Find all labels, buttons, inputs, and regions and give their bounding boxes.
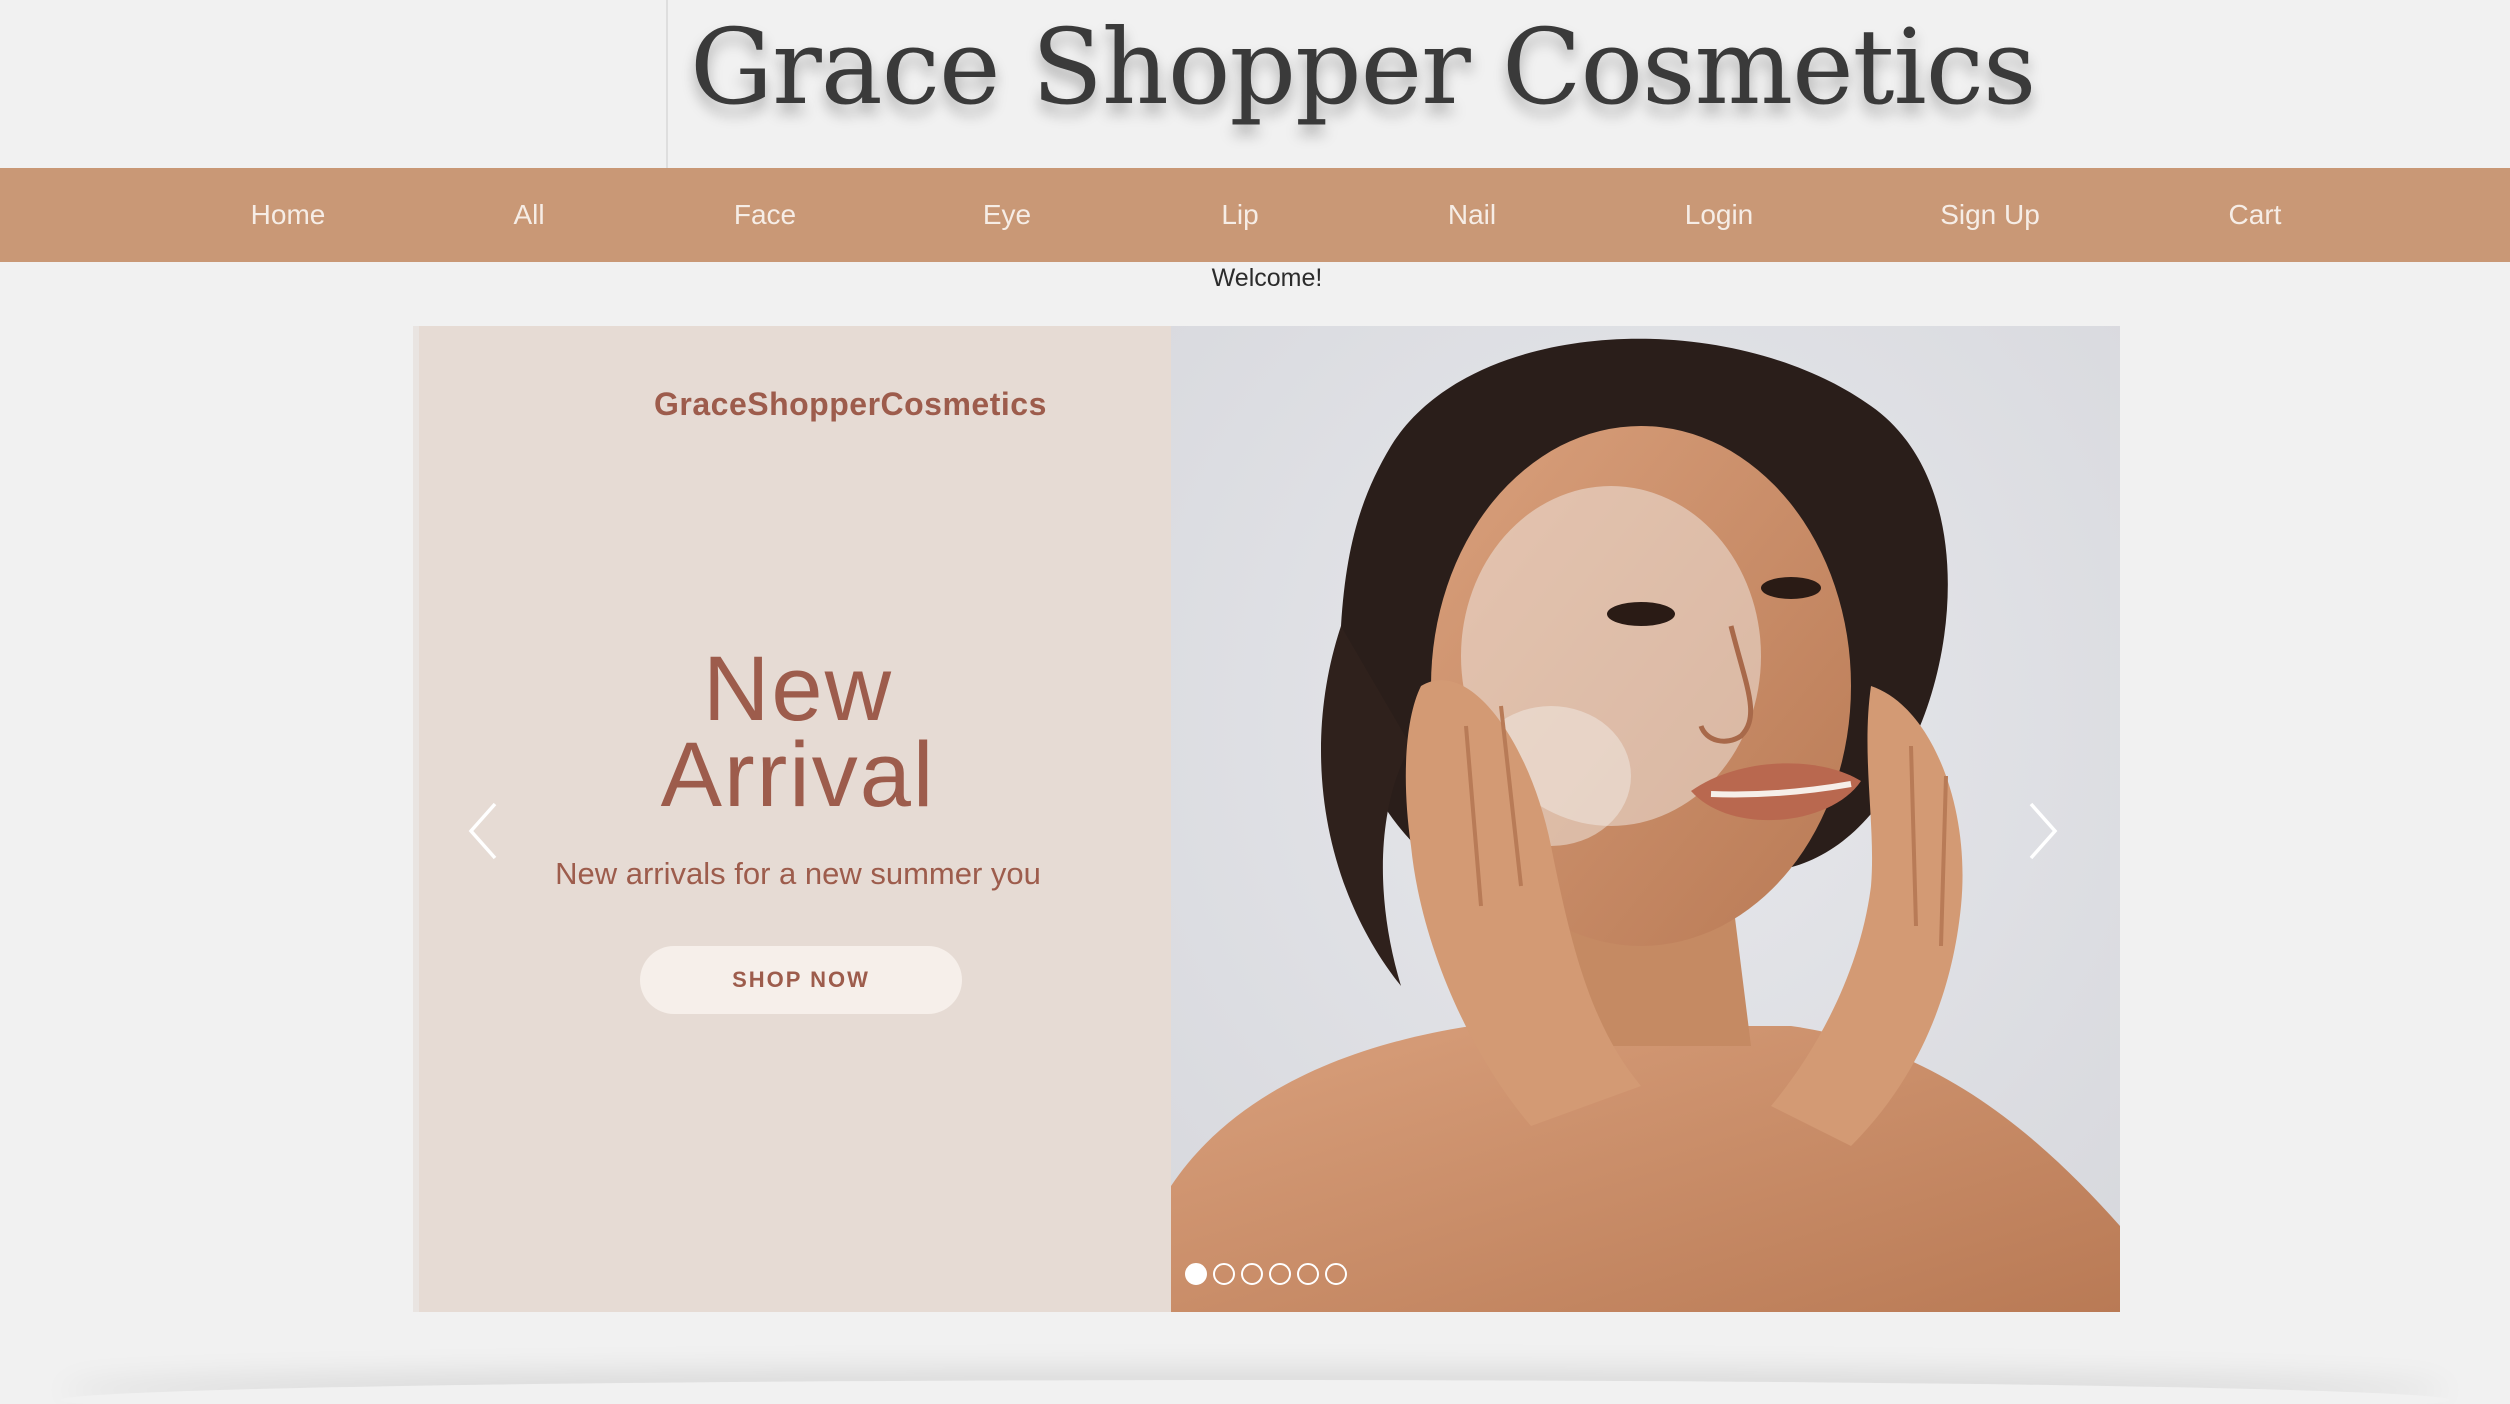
slide-heading-line2: Arrival [660,724,936,826]
nav-item-login[interactable]: Login [1685,168,1754,262]
site-header: Grace Shopper Cosmetics [0,0,2510,168]
header-divider [666,0,668,168]
hero-carousel: GraceShopperCosmetics New Arrival New ar… [413,326,2120,1312]
carousel-prev-button[interactable] [453,786,513,876]
main-navbar: Home All Face Eye Lip Nail Login Sign Up… [0,168,2510,262]
carousel-dot[interactable] [1297,1263,1319,1285]
site-title[interactable]: Grace Shopper Cosmetics [690,6,2036,128]
nav-item-sign-up[interactable]: Sign Up [1940,168,2040,262]
model-photo [1171,326,2120,1312]
footer-shadow [60,1380,2450,1404]
slide-brand: GraceShopperCosmetics [654,386,1047,422]
model-illustration [1171,326,2120,1312]
carousel-dot[interactable] [1269,1263,1291,1285]
chevron-right-icon [2029,802,2058,860]
slide-heading-line1: New [702,638,894,740]
shop-now-button[interactable]: SHOP NOW [640,946,962,1014]
nav-item-face[interactable]: Face [734,168,796,262]
nav-item-lip[interactable]: Lip [1221,168,1258,262]
carousel-dot[interactable] [1241,1263,1263,1285]
nav-item-nail[interactable]: Nail [1448,168,1496,262]
carousel-dot[interactable] [1213,1263,1235,1285]
carousel-dots [1185,1263,1347,1287]
carousel-next-button[interactable] [2013,786,2073,876]
nav-item-cart[interactable]: Cart [2229,168,2282,262]
nav-item-home[interactable]: Home [251,168,326,262]
slide-text-panel: GraceShopperCosmetics New Arrival New ar… [413,326,1171,1312]
nav-item-all[interactable]: All [513,168,544,262]
chevron-left-icon [468,802,497,860]
slide-subheading: New arrivals for a new summer you [555,856,1041,891]
slide-heading: New Arrival [419,638,1177,826]
welcome-message: Welcome! [1211,264,1323,292]
carousel-dot[interactable] [1325,1263,1347,1285]
nav-item-eye[interactable]: Eye [983,168,1031,262]
carousel-dot[interactable] [1185,1263,1207,1285]
